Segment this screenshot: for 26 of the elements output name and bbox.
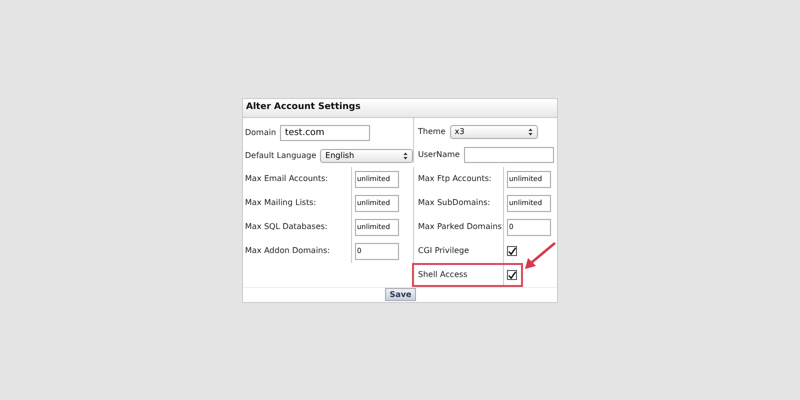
- field-label: Shell Access: [417, 269, 468, 281]
- field-label: Theme: [418, 126, 446, 138]
- dropdown[interactable]: English: [320, 149, 413, 163]
- save-button[interactable]: Save: [384, 288, 416, 301]
- updown-icon: [528, 128, 533, 136]
- field-label: Max Email Accounts:: [244, 173, 329, 185]
- field-label: CGI Privilege: [417, 245, 470, 257]
- field-label: Max Addon Domains:: [244, 245, 331, 257]
- check-icon: [508, 246, 516, 256]
- field-label: Max SQL Databases:: [244, 221, 328, 233]
- check-icon: [508, 270, 516, 280]
- panel-title: Alter Account Settings: [246, 101, 361, 114]
- field-label: Max Mailing Lists:: [244, 197, 318, 209]
- field-label: UserName: [418, 149, 460, 161]
- field-label: Default Language: [245, 150, 316, 162]
- field-label: Max Parked Domains:: [417, 221, 503, 233]
- input-field[interactable]: test.com: [280, 125, 370, 141]
- checkbox[interactable]: [507, 270, 517, 280]
- field-label: Max SubDomains:: [417, 197, 492, 209]
- checkbox[interactable]: [507, 246, 517, 256]
- input-field[interactable]: [464, 147, 554, 163]
- field-label: Domain: [245, 127, 276, 139]
- field-label: Max Ftp Accounts:: [417, 173, 493, 185]
- dropdown[interactable]: x3: [450, 125, 538, 139]
- updown-icon: [403, 152, 408, 160]
- pointer-arrow: [523, 241, 557, 271]
